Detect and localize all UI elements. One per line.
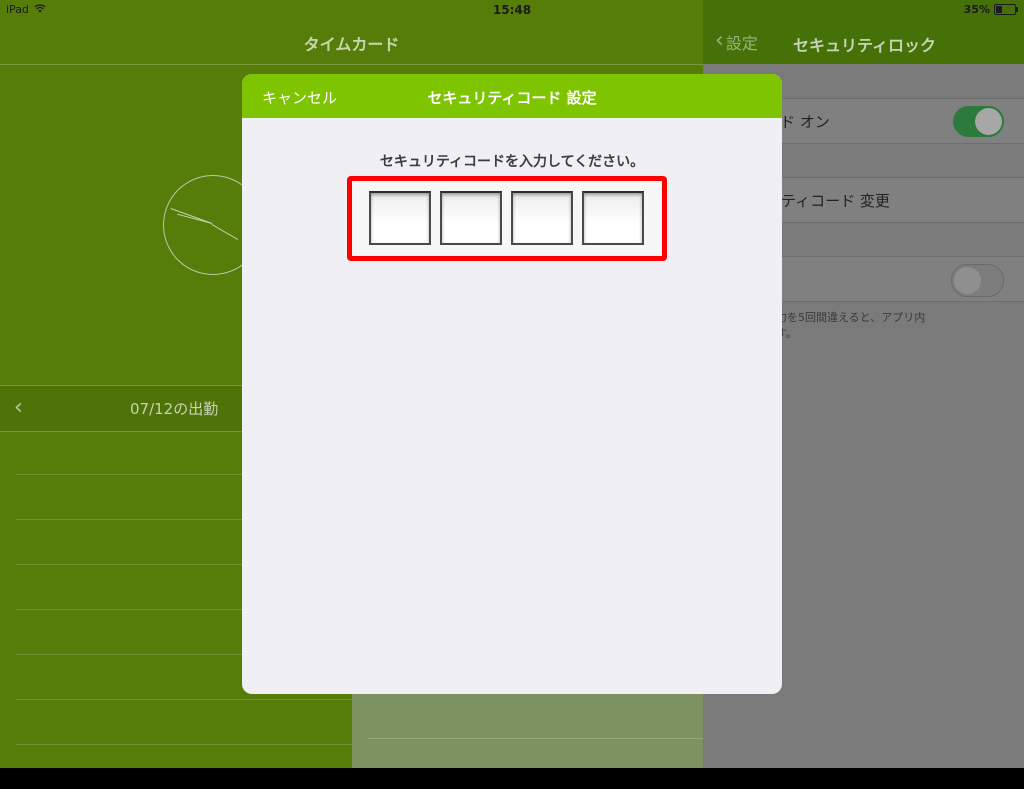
code-input-group xyxy=(347,176,667,261)
back-button[interactable]: ‹ 設定 xyxy=(715,27,758,54)
divider xyxy=(368,738,703,739)
settings-title: セキュリティロック xyxy=(793,36,937,55)
back-label: 設定 xyxy=(725,34,758,53)
code-digit-4[interactable] xyxy=(582,191,644,245)
security-code-modal: キャンセル セキュリティコード 設定 セキュリティコードを入力してください。 xyxy=(242,74,782,694)
list-item[interactable] xyxy=(16,744,352,789)
status-time: 15:48 xyxy=(492,3,532,17)
chevron-left-icon[interactable]: ‹ xyxy=(14,395,23,420)
code-digit-2[interactable] xyxy=(440,191,502,245)
clock-minute-hand xyxy=(177,213,213,224)
clock-second-hand xyxy=(211,224,238,240)
code-digit-3[interactable] xyxy=(511,191,573,245)
modal-title: セキュリティコード 設定 xyxy=(427,89,597,107)
code-digit-1[interactable] xyxy=(369,191,431,245)
delete-data-toggle[interactable] xyxy=(951,264,1004,297)
battery-percent: 35% xyxy=(963,3,990,16)
code-prompt: セキュリティコードを入力してください。 xyxy=(379,154,645,170)
list-item[interactable] xyxy=(16,699,352,744)
chevron-left-icon: ‹ xyxy=(715,27,724,53)
status-bar: iPad 15:48 35% xyxy=(0,0,1024,20)
timecard-nav-bar: タイムカード xyxy=(0,20,703,65)
timecard-title: タイムカード xyxy=(303,35,400,54)
security-code-toggle[interactable] xyxy=(953,106,1004,137)
day-title: 07/12の出勤 xyxy=(130,400,219,418)
battery-icon xyxy=(994,4,1018,15)
modal-header: キャンセル セキュリティコード 設定 xyxy=(242,74,782,118)
status-right: 35% xyxy=(963,3,1018,16)
